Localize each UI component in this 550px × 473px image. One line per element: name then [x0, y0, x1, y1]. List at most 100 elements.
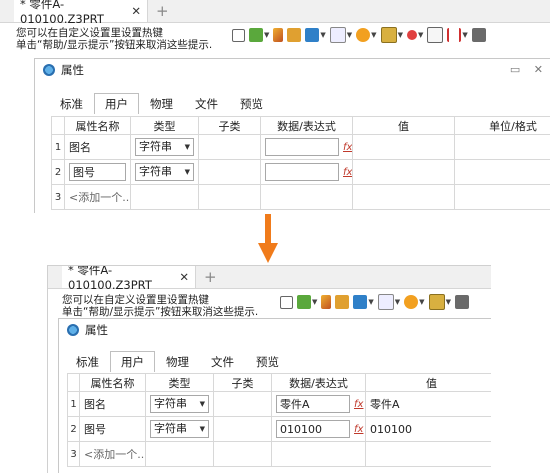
import-icon[interactable] — [280, 296, 293, 309]
expression-cell[interactable]: 零件A fx — [272, 392, 366, 417]
chevron-down-icon[interactable]: ▼ — [200, 420, 205, 438]
add-property-row[interactable]: <添加一个... — [80, 442, 146, 467]
row-number: 3 — [52, 185, 65, 210]
import-icon[interactable] — [232, 29, 245, 42]
column-header[interactable]: 属性名称 — [65, 117, 131, 135]
value-cell — [353, 160, 455, 185]
property-name-cell[interactable]: 图号 — [65, 160, 131, 185]
wire-icon[interactable]: ▼ — [378, 294, 400, 310]
expression-editor-icon[interactable]: fx — [354, 424, 363, 435]
add-tab-button[interactable]: + — [156, 2, 169, 20]
tab-physical[interactable]: 物理 — [155, 351, 200, 372]
type-dropdown[interactable]: 字符串 ▼ — [131, 160, 199, 185]
wire-icon[interactable]: ▼ — [330, 27, 352, 43]
dimension-icon[interactable]: ▼ — [447, 28, 467, 42]
snap-icon[interactable]: ▼ — [407, 30, 423, 40]
tab-standard[interactable]: 标准 — [49, 93, 94, 114]
add-property-row[interactable]: <添加一个... — [65, 185, 131, 210]
property-name-cell[interactable]: 图名 — [65, 135, 131, 160]
add-tab-button[interactable]: + — [204, 268, 217, 286]
column-header[interactable]: 属性名称 — [80, 374, 146, 392]
screenshot-before: * 零件A-010100.Z3PRT ✕ + 您可以在自定义设置里设置热键 单击… — [0, 0, 550, 213]
subtype-cell[interactable] — [214, 392, 272, 417]
close-icon[interactable]: ✕ — [179, 270, 189, 284]
column-header[interactable]: 值 — [366, 374, 492, 392]
table-row: 2 图号 字符串▼ fx — [52, 160, 550, 185]
tab-preview[interactable]: 预览 — [245, 351, 290, 372]
subtype-cell[interactable] — [199, 135, 261, 160]
pin-icon[interactable]: ▭ — [510, 63, 520, 76]
solid-icon[interactable]: ▼ — [353, 295, 373, 309]
type-dropdown[interactable]: 字符串▼ — [146, 392, 214, 417]
pen-icon[interactable] — [321, 295, 331, 309]
document-tab[interactable]: * 零件A-010100.Z3PRT ✕ — [62, 266, 196, 288]
expression-input[interactable] — [265, 163, 339, 181]
value-cell — [353, 135, 455, 160]
shape-icon[interactable] — [335, 295, 349, 309]
chevron-down-icon[interactable]: ▼ — [185, 138, 190, 156]
expression-editor-icon[interactable]: fx — [343, 167, 352, 178]
table-row: 1 图名 字符串▼ 零件Afx 零件A — [68, 392, 492, 417]
render-icon[interactable]: ▼ — [404, 295, 424, 309]
column-header[interactable]: 数据/表达式 — [272, 374, 366, 392]
tab-file[interactable]: 文件 — [200, 351, 245, 372]
document-tab[interactable]: * 零件A-010100.Z3PRT ✕ — [14, 0, 148, 22]
tab-user[interactable]: 用户 — [94, 93, 139, 114]
column-header[interactable]: 类型 — [131, 117, 199, 135]
chevron-down-icon[interactable]: ▼ — [185, 163, 190, 181]
sketch-icon[interactable]: ▼ — [297, 295, 317, 309]
unit-cell[interactable] — [455, 160, 550, 185]
tab-user[interactable]: 用户 — [110, 351, 155, 372]
property-name-input[interactable]: 图号 — [69, 163, 126, 181]
expression-cell[interactable]: fx — [261, 160, 353, 185]
expression-input[interactable]: 零件A — [276, 395, 350, 413]
chevron-down-icon[interactable]: ▼ — [200, 395, 205, 413]
subtype-cell[interactable] — [214, 417, 272, 442]
type-dropdown[interactable]: 字符串 ▼ — [131, 135, 199, 160]
column-header[interactable]: 数据/表达式 — [261, 117, 353, 135]
view-icon[interactable]: ▼ — [429, 294, 451, 310]
dialog-title-bar: 属性 ▭ ✕ — [35, 59, 550, 81]
expression-cell[interactable]: 010100 fx — [272, 417, 366, 442]
tab-file[interactable]: 文件 — [184, 93, 229, 114]
sketch-icon[interactable]: ▼ — [249, 28, 269, 42]
view-icon[interactable]: ▼ — [381, 27, 403, 43]
expression-cell[interactable]: fx — [261, 135, 353, 160]
close-icon[interactable]: ✕ — [534, 63, 543, 76]
column-header[interactable]: 子类 — [214, 374, 272, 392]
hint-line-1: 您可以在自定义设置里设置热键 — [16, 27, 163, 39]
type-value: 字符串 — [139, 138, 172, 156]
row-number: 1 — [52, 135, 65, 160]
document-tab-title: * 零件A-010100.Z3PRT — [20, 0, 123, 26]
expression-editor-icon[interactable]: fx — [343, 142, 352, 153]
tab-standard[interactable]: 标准 — [65, 351, 110, 372]
render-icon[interactable]: ▼ — [356, 28, 376, 42]
type-value: 字符串 — [139, 163, 172, 181]
column-header[interactable]: 单位/格式 — [455, 117, 550, 135]
tab-physical[interactable]: 物理 — [139, 93, 184, 114]
pen-icon[interactable] — [273, 28, 283, 42]
expression-input[interactable]: 010100 — [276, 420, 350, 438]
display-icon[interactable] — [472, 28, 486, 42]
column-header[interactable]: 子类 — [199, 117, 261, 135]
shape-icon[interactable] — [287, 28, 301, 42]
property-name-cell[interactable]: 图号 — [80, 417, 146, 442]
unit-cell[interactable] — [455, 135, 550, 160]
tab-preview[interactable]: 预览 — [229, 93, 274, 114]
expression-input[interactable] — [265, 138, 339, 156]
properties-icon — [43, 64, 55, 76]
expression-editor-icon[interactable]: fx — [354, 399, 363, 410]
hint-line-2: 单击“帮助/显示提示”按钮来取消这些提示. — [62, 306, 258, 318]
column-header[interactable]: 值 — [353, 117, 455, 135]
document-tab-strip: * 零件A-010100.Z3PRT ✕ + — [0, 0, 550, 23]
close-icon[interactable]: ✕ — [131, 4, 141, 18]
row-number: 3 — [68, 442, 80, 467]
subtype-cell[interactable] — [199, 160, 261, 185]
main-toolbar: ▼ ▼ ▼ ▼ ▼ — [280, 293, 473, 311]
display-icon[interactable] — [455, 295, 469, 309]
property-name-cell[interactable]: 图名 — [80, 392, 146, 417]
solid-icon[interactable]: ▼ — [305, 28, 325, 42]
type-dropdown[interactable]: 字符串▼ — [146, 417, 214, 442]
grid-icon[interactable] — [427, 27, 443, 43]
column-header[interactable]: 类型 — [146, 374, 214, 392]
